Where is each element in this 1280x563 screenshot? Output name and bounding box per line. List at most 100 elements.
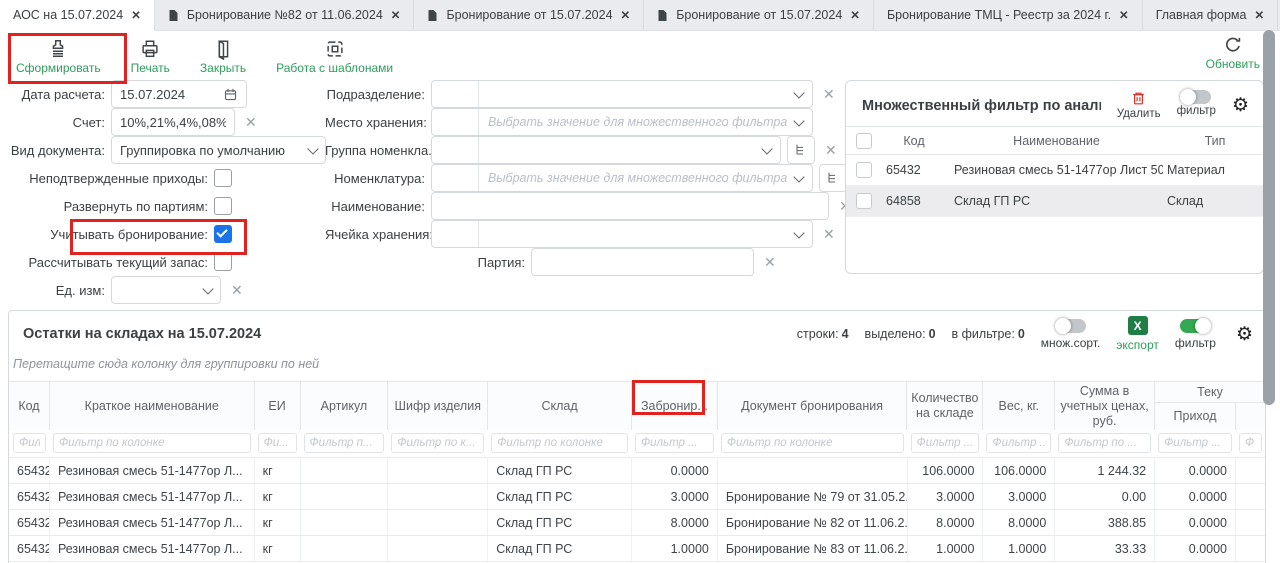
print-button[interactable]: Печать <box>131 38 170 75</box>
close-button[interactable]: Закрыть <box>200 38 246 75</box>
col-header-sum[interactable]: Сумма в учетных ценах, руб. <box>1054 382 1154 430</box>
booking-checkbox[interactable] <box>214 225 232 243</box>
delete-button[interactable]: Удалить <box>1117 90 1161 120</box>
code-subfield[interactable] <box>432 137 479 163</box>
col-header-income[interactable]: Приход <box>1154 403 1235 430</box>
unit-select[interactable] <box>111 276 221 304</box>
filter-input-warehouse[interactable] <box>491 433 628 453</box>
row-checkbox[interactable] <box>856 162 872 178</box>
group-header-current[interactable]: Теку <box>1154 382 1265 403</box>
department-select[interactable] <box>431 80 813 108</box>
filter-input-short-name[interactable] <box>53 433 251 453</box>
clear-icon[interactable]: ✕ <box>823 226 835 243</box>
hierarchy-picker-button[interactable] <box>787 136 815 164</box>
table-row[interactable]: 65432 Резиновая смесь 51-1477ор Л... кг … <box>9 457 1265 483</box>
filter-input-article[interactable] <box>304 433 385 453</box>
grid-settings-gear-icon[interactable]: ⚙ <box>1236 325 1253 344</box>
tab-close-icon[interactable]: ✕ <box>850 8 860 22</box>
filter-input-code[interactable] <box>13 433 46 453</box>
clear-icon[interactable]: ✕ <box>823 86 835 103</box>
table-row[interactable]: 65432 Резиновая смесь 51-1477ор Л... кг … <box>9 535 1265 562</box>
filter-input-booking-doc[interactable] <box>721 433 904 453</box>
filter-input-unit[interactable] <box>258 433 297 453</box>
vertical-scrollbar[interactable] <box>1263 30 1275 405</box>
refresh-button[interactable]: Обновить <box>1206 34 1260 71</box>
filter-input-qty[interactable] <box>911 433 980 453</box>
col-header-article[interactable]: Артикул <box>300 382 388 430</box>
col-header-short-name[interactable]: Краткое наименование <box>49 382 254 430</box>
clear-icon[interactable]: ✕ <box>231 282 243 299</box>
multisort-toggle[interactable]: множ.сорт. <box>1041 319 1101 350</box>
tab-booking-82[interactable]: Бронирование №82 от 11.06.2024 ✕ <box>155 0 415 30</box>
col-header-cutoff[interactable] <box>1235 403 1265 430</box>
panel-filter-toggle[interactable]: фильтр <box>1177 90 1216 117</box>
batch-input[interactable] <box>531 248 754 276</box>
clear-icon[interactable]: ✕ <box>764 254 776 271</box>
tab-registry[interactable]: Бронирование ТМЦ - Реестр за 2024 г. ✕ <box>874 0 1143 30</box>
col-header-booking-doc[interactable]: Документ бронирования <box>717 382 907 430</box>
tab-main-form[interactable]: Главная форма ✕ <box>1143 0 1278 30</box>
hierarchy-picker-button[interactable] <box>819 164 847 192</box>
select-all-checkbox[interactable] <box>856 133 872 149</box>
printer-icon <box>139 38 161 60</box>
code-subfield[interactable] <box>432 165 479 191</box>
tab-booking-1507-a[interactable]: Бронирование от 15.07.2024 ✕ <box>414 0 644 30</box>
filter-input-income[interactable] <box>1158 433 1232 453</box>
export-button[interactable]: X экспорт <box>1116 316 1159 352</box>
panel-col-type[interactable]: Тип <box>1167 134 1263 148</box>
toggle-off-icon[interactable] <box>1056 319 1086 333</box>
col-header-code[interactable]: Код <box>9 382 49 430</box>
group-drop-zone[interactable]: Перетащите сюда колонку для группировки … <box>9 349 1265 381</box>
current-stock-checkbox[interactable] <box>214 253 232 271</box>
col-header-qty[interactable]: Количество на складе <box>906 382 982 430</box>
filter-input-reserved[interactable] <box>635 433 714 453</box>
col-header-unit[interactable]: ЕИ <box>254 382 300 430</box>
generate-button[interactable]: Сформировать <box>16 38 101 75</box>
doctype-select[interactable]: Группировка по умолчанию <box>111 136 326 164</box>
tab-close-icon[interactable]: ✕ <box>1254 8 1264 22</box>
clear-icon[interactable]: ✕ <box>245 114 257 131</box>
col-header-reserved[interactable]: Забронир... <box>631 382 717 430</box>
panel-row-material[interactable]: 65432 Резиновая смесь 51-1477ор Лист 500… <box>846 155 1263 186</box>
filter-input-product-code[interactable] <box>391 433 484 453</box>
account-input[interactable] <box>111 108 235 136</box>
toggle-off-icon[interactable] <box>1181 90 1211 104</box>
tab-close-icon[interactable]: ✕ <box>1119 8 1129 22</box>
tab-close-icon[interactable]: ✕ <box>131 8 141 22</box>
panel-col-code[interactable]: Код <box>882 134 946 148</box>
code-subfield[interactable] <box>432 109 479 135</box>
expand-batches-checkbox[interactable] <box>214 197 232 215</box>
nomenclature-select[interactable]: Выбрать значение для множественного филь… <box>431 164 813 192</box>
storage-cell-select[interactable] <box>431 220 813 248</box>
code-subfield[interactable] <box>432 221 479 247</box>
table-row[interactable]: 65432 Резиновая смесь 51-1477ор Л... кг … <box>9 483 1265 509</box>
grid-filter-toggle[interactable]: фильтр <box>1175 319 1216 350</box>
storage-select[interactable]: Выбрать значение для множественного филь… <box>431 108 813 136</box>
col-header-weight[interactable]: Вес, кг. <box>982 382 1054 430</box>
date-input[interactable]: 15.07.2024 <box>111 80 247 108</box>
templates-button[interactable]: Работа с шаблонами <box>276 38 393 75</box>
panel-settings-gear-icon[interactable]: ⚙ <box>1232 90 1249 115</box>
code-subfield[interactable] <box>432 81 479 107</box>
filter-input-sum[interactable] <box>1058 433 1151 453</box>
tab-close-icon[interactable]: ✕ <box>621 8 631 22</box>
unconfirmed-checkbox[interactable] <box>214 169 232 187</box>
doctype-row: Вид документа: Группировка по умолчанию <box>0 136 326 164</box>
tab-aos[interactable]: АОС на 15.07.2024 ✕ <box>0 0 155 31</box>
filter-input-cutoff[interactable] <box>1239 433 1262 453</box>
clear-icon[interactable]: ✕ <box>825 142 837 159</box>
col-header-warehouse[interactable]: Склад <box>487 382 631 430</box>
filter-input-weight[interactable] <box>986 433 1051 453</box>
toggle-on-icon[interactable] <box>1180 319 1210 333</box>
panel-col-name[interactable]: Наименование <box>946 134 1167 148</box>
row-checkbox[interactable] <box>856 193 872 209</box>
nomenclature-group-select[interactable] <box>431 136 781 164</box>
excel-icon[interactable]: X <box>1128 316 1148 335</box>
col-header-product-code[interactable]: Шифр изделия <box>387 382 487 430</box>
calendar-icon[interactable] <box>223 87 238 102</box>
panel-row-warehouse[interactable]: 64858 Склад ГП РС Склад <box>846 186 1263 217</box>
tab-booking-1507-b[interactable]: Бронирование от 15.07.2024 ✕ <box>644 0 874 30</box>
name-input[interactable] <box>431 192 829 220</box>
table-row[interactable]: 65432 Резиновая смесь 51-1477ор Л... кг … <box>9 509 1265 535</box>
tab-close-icon[interactable]: ✕ <box>391 8 401 22</box>
